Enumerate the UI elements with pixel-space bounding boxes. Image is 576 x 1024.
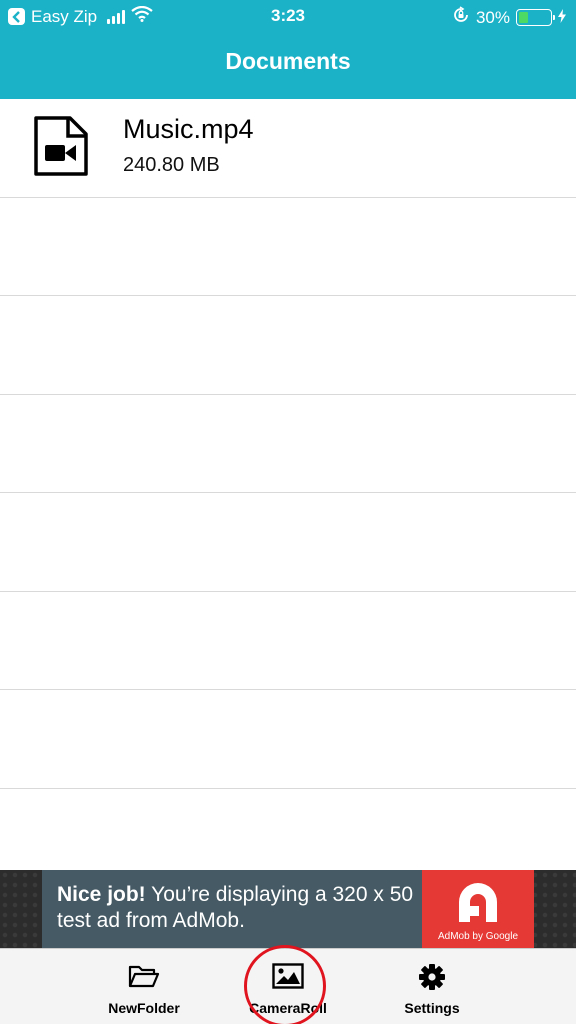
- list-item[interactable]: Music.mp4 240.80 MB: [0, 99, 576, 198]
- gear-icon: [418, 963, 446, 991]
- list-item: [0, 395, 576, 493]
- tab-label: Settings: [404, 1000, 460, 1016]
- header: Easy Zip 3:23 30% Documents: [0, 0, 576, 99]
- orientation-lock-icon: [452, 6, 470, 29]
- file-name: Music.mp4: [123, 114, 254, 144]
- file-size: 240.80 MB: [123, 154, 220, 176]
- list-item: [0, 690, 576, 789]
- highlight-annotation-circle: [244, 945, 326, 1024]
- admob-logo: AdMob by Google: [422, 870, 534, 948]
- list-item: [0, 296, 576, 395]
- list-item: [0, 493, 576, 592]
- video-file-icon: [34, 116, 88, 176]
- battery-icon: [516, 9, 555, 26]
- list-item: [0, 198, 576, 296]
- tab-settings[interactable]: Settings: [372, 949, 492, 1024]
- tab-label: NewFolder: [108, 1000, 180, 1016]
- ad-text: Nice job! You’re displaying a 320 x 50 t…: [57, 883, 414, 932]
- ad-banner[interactable]: Nice job! You’re displaying a 320 x 50 t…: [0, 870, 576, 948]
- battery-fill: [519, 12, 528, 23]
- folder-open-icon: [128, 963, 160, 991]
- list-item: [0, 592, 576, 690]
- admob-icon: [459, 883, 497, 922]
- file-list: Music.mp4 240.80 MB: [0, 99, 576, 887]
- page-title: Documents: [225, 48, 351, 74]
- admob-caption: AdMob by Google: [437, 931, 519, 942]
- charging-bolt-icon: [558, 8, 566, 28]
- ad-content[interactable]: Nice job! You’re displaying a 320 x 50 t…: [42, 870, 534, 948]
- status-bar: Easy Zip 3:23 30%: [0, 0, 576, 34]
- battery-percent: 30%: [475, 7, 510, 27]
- tab-newfolder[interactable]: NewFolder: [84, 949, 204, 1024]
